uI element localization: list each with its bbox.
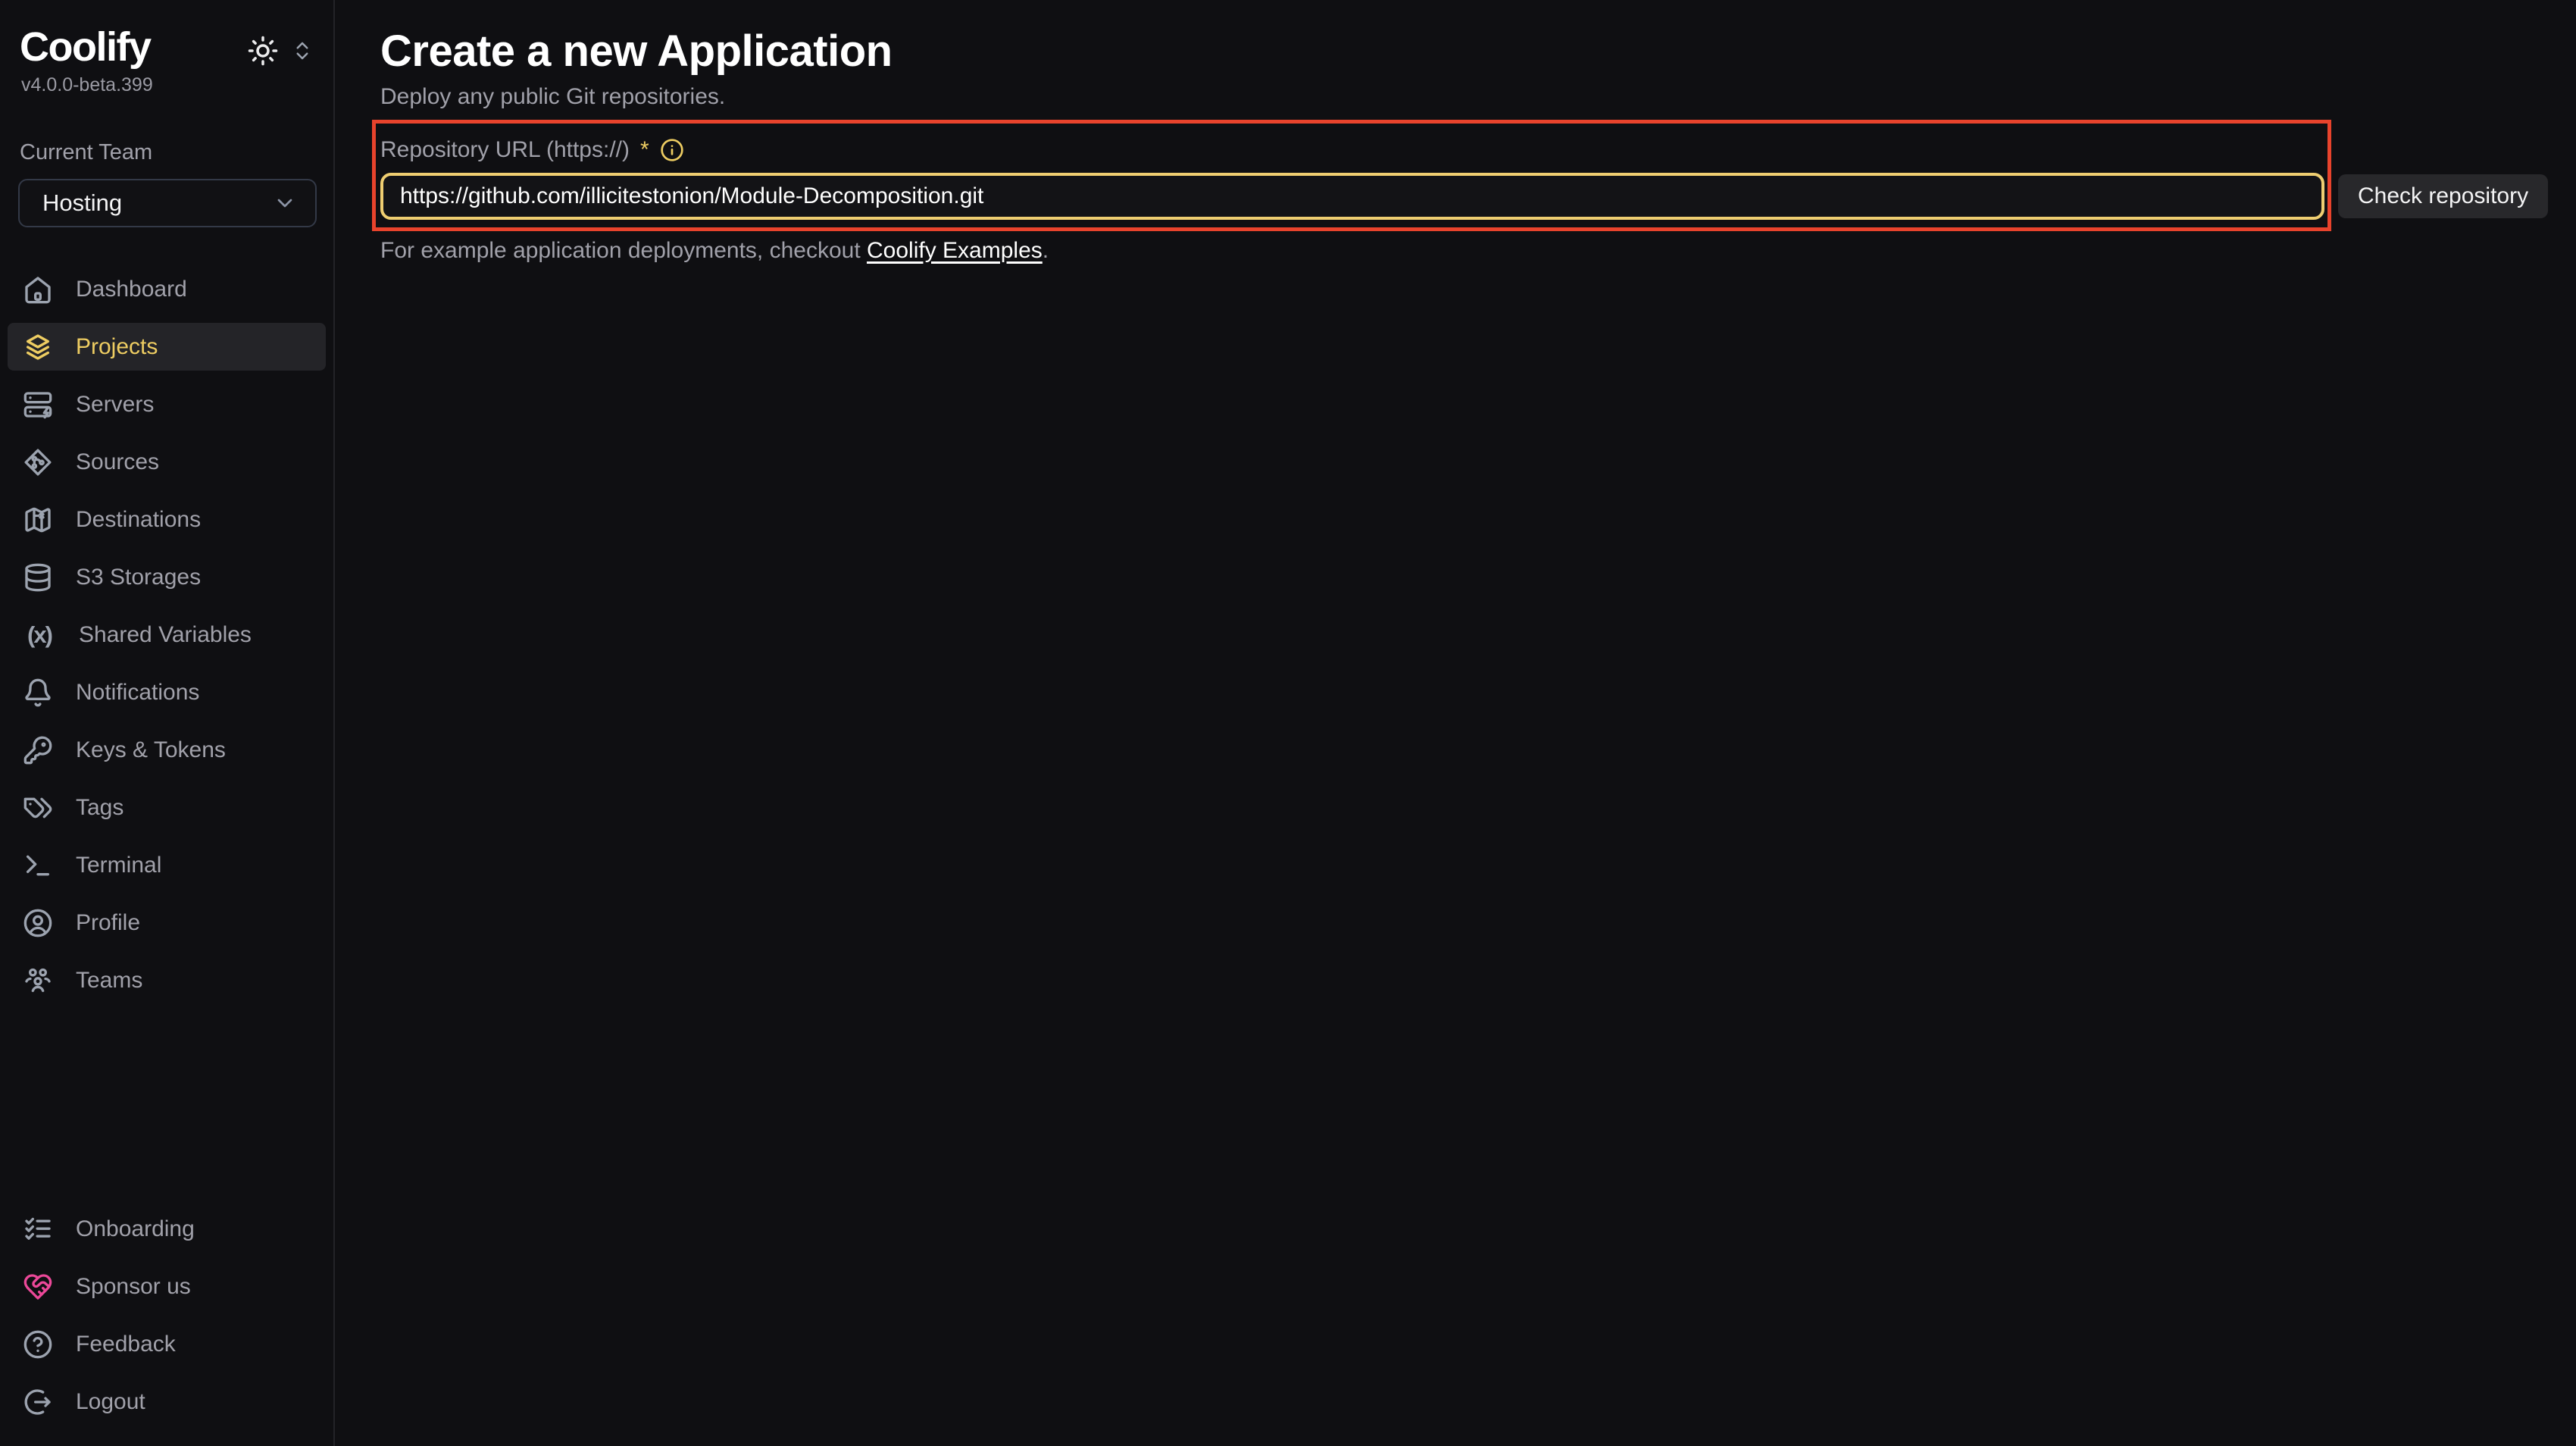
sidebar-item-keys-tokens[interactable]: Keys & Tokens	[8, 726, 326, 774]
helper-suffix: .	[1043, 238, 1049, 263]
help-circle-icon	[23, 1329, 53, 1360]
sidebar-item-teams[interactable]: Teams	[8, 956, 326, 1004]
sidebar-footer-nav: Onboarding Sponsor us Feedback	[0, 1205, 333, 1435]
sidebar-item-label: Shared Variables	[79, 622, 252, 648]
page-title: Create a new Application	[380, 27, 2576, 76]
helper-prefix: For example application deployments, che…	[380, 238, 867, 263]
sidebar-item-destinations[interactable]: Destinations	[8, 496, 326, 543]
sidebar-item-label: Profile	[76, 910, 140, 936]
sidebar-item-label: Sources	[76, 449, 159, 475]
sidebar-item-label: Sponsor us	[76, 1274, 191, 1300]
sidebar-nav: Dashboard Projects Servers	[0, 265, 333, 1014]
app-version: v4.0.0-beta.399	[0, 74, 333, 96]
app-logo: Coolify	[20, 26, 151, 68]
map-icon	[23, 505, 53, 535]
check-repository-button[interactable]: Check repository	[2338, 174, 2548, 218]
home-icon	[23, 274, 53, 305]
sidebar-header-controls	[247, 35, 314, 67]
page-subtitle: Deploy any public Git repositories.	[380, 83, 2576, 111]
users-icon	[23, 966, 53, 996]
database-icon	[23, 562, 53, 593]
chevron-down-icon	[273, 191, 297, 215]
tags-icon	[23, 793, 53, 823]
repository-url-label-row: Repository URL (https://) *	[380, 138, 2576, 162]
sidebar-item-dashboard[interactable]: Dashboard	[8, 265, 326, 313]
sidebar-item-label: Dashboard	[76, 277, 187, 302]
sidebar-item-profile[interactable]: Profile	[8, 899, 326, 947]
sidebar-item-label: Teams	[76, 968, 142, 994]
heart-handshake-icon	[23, 1272, 53, 1302]
sidebar-header: Coolify	[0, 26, 333, 68]
sidebar-item-label: Projects	[76, 334, 158, 360]
helper-text: For example application deployments, che…	[380, 238, 2576, 264]
sidebar-item-tags[interactable]: Tags	[8, 784, 326, 831]
required-asterisk: *	[640, 137, 649, 163]
sidebar-item-feedback[interactable]: Feedback	[8, 1320, 326, 1368]
sidebar-item-label: Logout	[76, 1389, 145, 1415]
sidebar-item-projects[interactable]: Projects	[8, 323, 326, 371]
sun-icon[interactable]	[247, 35, 279, 67]
chevrons-up-down-icon[interactable]	[291, 39, 314, 62]
sidebar-item-label: Terminal	[76, 853, 161, 878]
sidebar-item-shared-variables[interactable]: (x) Shared Variables	[8, 611, 326, 659]
sidebar-item-servers[interactable]: Servers	[8, 380, 326, 428]
server-icon	[23, 390, 53, 420]
repository-url-label: Repository URL (https://)	[380, 137, 630, 163]
sidebar-item-label: Keys & Tokens	[76, 737, 226, 763]
team-select[interactable]: Hosting	[18, 179, 317, 227]
sidebar: Coolify v4.0.0-beta.399 Current Team Hos…	[0, 0, 335, 1446]
layers-icon	[23, 332, 53, 362]
user-circle-icon	[23, 908, 53, 938]
sidebar-item-label: Servers	[76, 392, 154, 418]
sidebar-item-label: Onboarding	[76, 1216, 195, 1242]
terminal-icon	[23, 850, 53, 881]
list-checks-icon	[23, 1214, 53, 1244]
sidebar-item-logout[interactable]: Logout	[8, 1378, 326, 1426]
sidebar-item-terminal[interactable]: Terminal	[8, 841, 326, 889]
team-select-value: Hosting	[42, 189, 122, 217]
sidebar-item-s3-storages[interactable]: S3 Storages	[8, 553, 326, 601]
sidebar-item-label: Tags	[76, 795, 123, 821]
key-icon	[23, 735, 53, 765]
repository-url-row: Check repository	[380, 173, 2576, 220]
repository-url-input[interactable]	[380, 173, 2324, 220]
logout-icon	[23, 1387, 53, 1417]
sidebar-item-onboarding[interactable]: Onboarding	[8, 1205, 326, 1253]
git-source-icon	[23, 447, 53, 477]
sidebar-item-sponsor-us[interactable]: Sponsor us	[8, 1263, 326, 1310]
sidebar-item-sources[interactable]: Sources	[8, 438, 326, 486]
current-team-label: Current Team	[0, 140, 333, 165]
variables-icon: (x)	[23, 621, 56, 649]
sidebar-item-label: Destinations	[76, 507, 201, 533]
app-window: Coolify v4.0.0-beta.399 Current Team Hos…	[0, 0, 2576, 1446]
sidebar-item-label: Notifications	[76, 680, 199, 706]
info-icon[interactable]	[660, 138, 684, 162]
sidebar-item-label: S3 Storages	[76, 565, 201, 590]
sidebar-item-notifications[interactable]: Notifications	[8, 668, 326, 716]
main-content: Create a new Application Deploy any publ…	[335, 0, 2576, 1446]
coolify-examples-link[interactable]: Coolify Examples	[867, 238, 1043, 263]
sidebar-item-label: Feedback	[76, 1332, 176, 1357]
bell-icon	[23, 678, 53, 708]
